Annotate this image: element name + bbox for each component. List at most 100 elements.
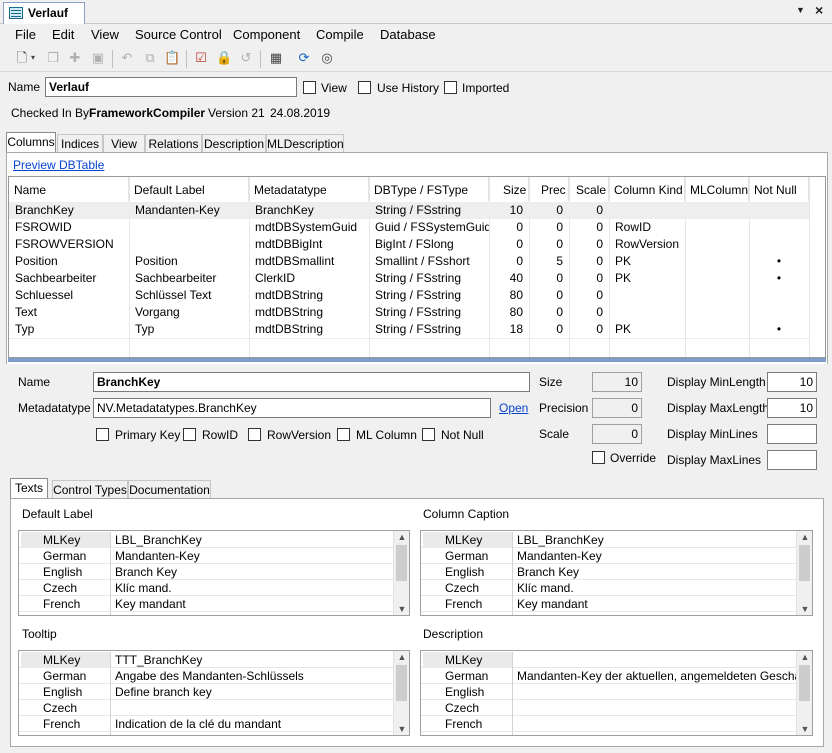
list-item[interactable]: French Key mandant [421, 596, 796, 612]
description-text[interactable] [514, 732, 796, 735]
vertical-scrollbar[interactable]: ▲ ▼ [393, 531, 409, 615]
table-row[interactable]: Text Vorgang mdtDBString String / FSstring 8… [9, 304, 809, 321]
list-item[interactable]: French Key mandant [19, 596, 393, 612]
column-caption-table[interactable]: MLKey LBL_BranchKey German Mandanten-Key Eng… [420, 530, 813, 616]
name-input[interactable]: Verlauf [45, 77, 297, 97]
close-tab-icon[interactable]: × [815, 2, 823, 18]
list-item[interactable]: MLKey LBL_BranchKey [19, 532, 393, 548]
not-null-checkbox[interactable] [422, 428, 435, 441]
grid-header-mlcolumn[interactable]: MLColumn [685, 177, 749, 201]
display-minlines-input[interactable] [767, 424, 817, 444]
copy-doc-icon[interactable]: ⧉ [142, 50, 158, 66]
list-item[interactable]: Czech [421, 700, 796, 716]
display-maxlines-input[interactable] [767, 450, 817, 470]
menu-database[interactable]: Database [380, 27, 436, 42]
scroll-down-icon[interactable]: ▼ [797, 724, 812, 734]
tab-texts[interactable]: Texts [10, 478, 48, 499]
column-caption-text[interactable]: Key mandant [514, 596, 796, 612]
scroll-thumb[interactable] [799, 665, 810, 701]
undo-checkout-icon[interactable]: ↺ [238, 50, 254, 66]
grid-header-size[interactable]: Size [489, 177, 529, 201]
paste-icon[interactable]: 📋 [164, 50, 180, 66]
tab-relations[interactable]: Relations [145, 134, 202, 153]
list-item[interactable]: German Angabe des Mandanten-Schlüssels [19, 668, 393, 684]
open-metadatatype-link[interactable]: Open [499, 401, 528, 415]
description-text[interactable] [514, 684, 796, 700]
list-item[interactable]: French [421, 716, 796, 732]
default-label-text[interactable]: Mandanten-Key [112, 548, 393, 564]
list-item[interactable]: Ital... [19, 732, 393, 735]
tab-view[interactable]: View [103, 134, 145, 153]
default-label-text[interactable]: Key mandant [112, 596, 393, 612]
use-history-checkbox[interactable] [358, 81, 371, 94]
ml-column-checkbox[interactable] [337, 428, 350, 441]
tooltip-text[interactable]: Indication de la clé du mandant [112, 716, 393, 732]
rowversion-checkbox[interactable] [248, 428, 261, 441]
undo-icon[interactable]: ↶ [119, 50, 135, 66]
table-row[interactable]: Sachbearbeiter Sachbearbeiter ClerkID Strin… [9, 270, 809, 287]
grid-header-default-label[interactable]: Default Label [129, 177, 249, 201]
default-label-table[interactable]: MLKey LBL_BranchKey German Mandanten-Key Eng… [18, 530, 410, 616]
tab-mldescription[interactable]: MLDescription [266, 134, 344, 153]
description-text[interactable]: Mandanten-Key der aktuellen, angemeldete… [514, 668, 796, 684]
scroll-thumb[interactable] [799, 545, 810, 581]
list-item[interactable]: French Indication de la clé du mandant [19, 716, 393, 732]
list-item[interactable]: Ital... [421, 732, 796, 735]
column-caption-text[interactable]: Mandanten-Key [514, 548, 796, 564]
column-caption-text[interactable]: LBL_BranchKey [514, 532, 796, 548]
tab-indices[interactable]: Indices [57, 134, 103, 153]
default-label-text[interactable]: Klíc mand. [112, 580, 393, 596]
list-item[interactable]: German Mandanten-Key der aktuellen, angem… [421, 668, 796, 684]
vertical-scrollbar[interactable]: ▲ ▼ [393, 651, 409, 735]
scroll-down-icon[interactable]: ▼ [394, 604, 409, 614]
list-item[interactable]: MLKey TTT_BranchKey [19, 652, 393, 668]
list-item[interactable]: English [421, 684, 796, 700]
plugin-icon[interactable]: ✚ [67, 50, 83, 66]
tab-description[interactable]: Description [202, 134, 266, 153]
menu-source-control[interactable]: Source Control [135, 27, 222, 42]
vertical-scrollbar[interactable]: ▲ ▼ [796, 531, 812, 615]
list-item[interactable]: English Branch Key [421, 564, 796, 580]
column-caption-text[interactable]: Ch... [514, 612, 796, 615]
list-item[interactable]: Ital...Ch... [421, 612, 796, 615]
tab-columns[interactable]: Columns [6, 132, 56, 153]
list-item[interactable]: MLKey [421, 652, 796, 668]
scroll-up-icon[interactable]: ▲ [797, 652, 812, 662]
list-item[interactable]: Czech Klíc mand. [19, 580, 393, 596]
tooltip-text[interactable] [112, 732, 393, 735]
scroll-thumb[interactable] [396, 665, 407, 701]
scroll-up-icon[interactable]: ▲ [394, 532, 409, 542]
preview-dbtable-link[interactable]: Preview DBTable [13, 158, 104, 172]
tab-list-dropdown-icon[interactable]: ▼ [796, 5, 805, 15]
tab-documentation[interactable]: Documentation [128, 480, 211, 499]
new-dropdown-icon[interactable]: ▾ [29, 50, 37, 66]
menu-file[interactable]: File [15, 27, 36, 42]
tooltip-text[interactable]: TTT_BranchKey [112, 652, 393, 668]
description-text[interactable] [514, 700, 796, 716]
default-label-text[interactable]: LBL_BranchKey [112, 532, 393, 548]
list-item[interactable]: English Branch Key [19, 564, 393, 580]
lock-icon[interactable]: 🔒 [216, 50, 232, 66]
tooltip-text[interactable]: Angabe des Mandanten-Schlüssels [112, 668, 393, 684]
tooltip-text[interactable]: Define branch key [112, 684, 393, 700]
rowid-checkbox[interactable] [183, 428, 196, 441]
override-checkbox[interactable] [592, 451, 605, 464]
list-item[interactable]: German Mandanten-Key [421, 548, 796, 564]
tab-control-types[interactable]: Control Types [52, 480, 128, 499]
new-file-icon[interactable]: 🗋 [14, 50, 30, 66]
table-row[interactable]: FSROWVERSION mdtDBBigInt BigInt / FSlong 0 0… [9, 236, 809, 253]
grid-header-scale[interactable]: Scale [569, 177, 609, 201]
primary-key-checkbox[interactable] [96, 428, 109, 441]
default-label-text[interactable]: Ch... [112, 612, 393, 615]
table-row[interactable]: BranchKey Mandanten-Key BranchKey String / … [9, 202, 809, 219]
imported-checkbox[interactable] [444, 81, 457, 94]
menu-view[interactable]: View [91, 27, 119, 42]
metadatatype-input[interactable]: NV.Metadatatypes.BranchKey [93, 398, 491, 418]
list-item[interactable]: English Define branch key [19, 684, 393, 700]
compile-icon[interactable]: ▦ [268, 50, 284, 66]
save-icon[interactable]: ▣ [90, 50, 106, 66]
tooltip-text[interactable] [112, 700, 393, 716]
list-item[interactable]: German Mandanten-Key [19, 548, 393, 564]
detail-name-input[interactable]: BranchKey [93, 372, 530, 392]
column-caption-text[interactable]: Branch Key [514, 564, 796, 580]
